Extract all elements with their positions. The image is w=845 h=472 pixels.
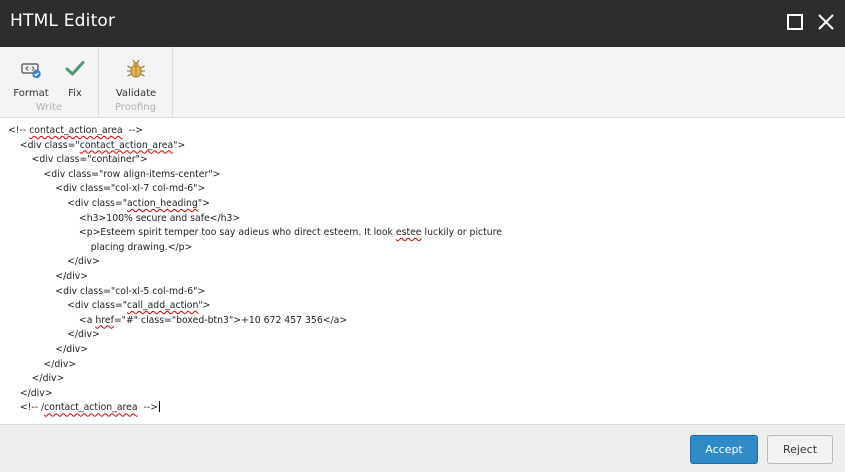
code-segment: <div class=" bbox=[8, 300, 127, 312]
code-segment: "> bbox=[198, 300, 211, 312]
code-segment: --> bbox=[137, 402, 158, 414]
code-segment: "> bbox=[197, 197, 210, 209]
dialog-footer: Accept Reject bbox=[0, 424, 845, 472]
window-title: HTML Editor bbox=[10, 11, 116, 31]
code-segment: <p>Esteem spirit temper too say adieus w… bbox=[8, 227, 396, 239]
code-line: <div class="contact_action_area"> bbox=[8, 139, 502, 154]
code-segment: <div class=" bbox=[8, 197, 127, 209]
code-line: <p>Esteem spirit temper too say adieus w… bbox=[8, 226, 502, 241]
code-line: </div> bbox=[8, 270, 502, 285]
code-segment: </div> bbox=[8, 358, 77, 370]
code-editor[interactable]: <!-- contact_action_area --> <div class=… bbox=[0, 118, 845, 424]
ribbon-group-write: Format Fix Write bbox=[0, 47, 99, 117]
code-segment: <div class="col-xl-5 col-md-6"> bbox=[8, 285, 206, 297]
spellcheck-word: action_heading bbox=[126, 197, 198, 209]
code-segment: <a bbox=[8, 314, 96, 326]
code-segment: placing drawing.</p> bbox=[8, 241, 193, 253]
validate-button[interactable]: Validate bbox=[111, 58, 161, 99]
code-line: <div class="row align-items-center"> bbox=[8, 168, 502, 183]
ribbon-group-label-write: Write bbox=[35, 102, 63, 113]
code-segment: <div class="row align-items-center"> bbox=[8, 168, 221, 180]
code-segment: <!-- bbox=[8, 125, 30, 136]
spellcheck-word: contact_action_area bbox=[79, 139, 174, 151]
code-line: </div> bbox=[8, 255, 502, 270]
code-segment: </div> bbox=[8, 270, 88, 282]
format-icon bbox=[20, 58, 42, 80]
spellcheck-word: estee bbox=[395, 227, 422, 239]
validate-label: Validate bbox=[115, 88, 157, 99]
spellcheck-word: contact_action_area bbox=[44, 402, 138, 414]
code-segment: ="#" class="boxed-btn3">+10 672 457 356<… bbox=[113, 314, 348, 326]
close-icon[interactable] bbox=[815, 11, 837, 33]
spellcheck-word: href bbox=[95, 314, 114, 326]
code-segment: </div> bbox=[8, 387, 53, 399]
code-line: <!-- /contact_action_area --> bbox=[8, 401, 502, 416]
code-line: <div class="action_heading"> bbox=[8, 197, 502, 212]
code-line: <div class="col-xl-7 col-md-6"> bbox=[8, 182, 502, 197]
code-line: </div> bbox=[8, 372, 502, 387]
code-line: <div class="container"> bbox=[8, 153, 502, 168]
code-line: placing drawing.</p> bbox=[8, 241, 502, 256]
code-segment: </div> bbox=[8, 329, 100, 341]
code-segment: <!-- / bbox=[8, 402, 45, 414]
checkmark-icon bbox=[64, 58, 86, 80]
code-line: <div class="col-xl-5 col-md-6"> bbox=[8, 285, 502, 300]
format-button[interactable]: Format bbox=[12, 58, 50, 99]
ribbon-group-label-proofing: Proofing bbox=[115, 102, 156, 113]
bug-icon bbox=[125, 58, 147, 80]
ribbon-group-proofing: Validate Proofing bbox=[99, 47, 173, 117]
code-segment: luckily or picture bbox=[421, 227, 503, 239]
reject-button[interactable]: Reject bbox=[767, 435, 833, 464]
code-segment: </div> bbox=[8, 256, 100, 268]
code-segment: <div class=" bbox=[8, 139, 80, 151]
code-line: <h3>100% secure and safe</h3> bbox=[8, 212, 502, 227]
code-line: </div> bbox=[8, 343, 502, 358]
maximize-icon[interactable] bbox=[784, 11, 806, 33]
fix-label: Fix bbox=[68, 88, 82, 99]
code-segment: <div class="col-xl-7 col-md-6"> bbox=[8, 183, 206, 195]
code-line: </div> bbox=[8, 328, 502, 343]
spellcheck-word: contact_action_area bbox=[29, 125, 123, 136]
code-segment: --> bbox=[122, 125, 144, 136]
code-line: <!-- contact_action_area --> bbox=[8, 124, 502, 139]
code-text[interactable]: <!-- contact_action_area --> <div class=… bbox=[8, 124, 502, 416]
window-titlebar: HTML Editor bbox=[0, 0, 845, 47]
fix-button[interactable]: Fix bbox=[62, 58, 88, 99]
text-caret bbox=[159, 401, 160, 413]
code-line: <div class="call_add_action"> bbox=[8, 299, 502, 314]
code-segment: <h3>100% secure and safe</h3> bbox=[8, 212, 241, 224]
code-line: <a href="#" class="boxed-btn3">+10 672 4… bbox=[8, 314, 502, 329]
code-segment: </div> bbox=[8, 343, 88, 355]
toolbar-ribbon: Format Fix Write Validate Proofing bbox=[0, 47, 845, 118]
code-segment: </div> bbox=[8, 373, 65, 385]
format-label: Format bbox=[13, 88, 49, 99]
code-line: </div> bbox=[8, 358, 502, 373]
code-segment: "> bbox=[173, 139, 186, 151]
accept-button[interactable]: Accept bbox=[690, 435, 758, 464]
spellcheck-word: call_add_action bbox=[126, 300, 199, 312]
code-segment: <div class="container"> bbox=[8, 154, 148, 166]
code-line: </div> bbox=[8, 387, 502, 402]
